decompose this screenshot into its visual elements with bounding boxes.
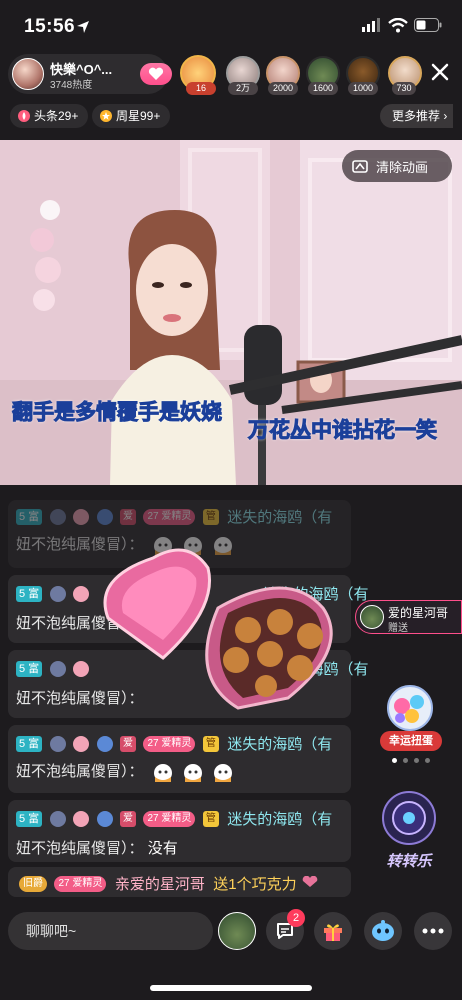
headline-chip-label: 头条29+ [34,109,79,123]
capsule-machine-icon [387,685,433,731]
clear-animation-icon [352,160,368,173]
host-heat: 3748热度 [50,80,93,91]
chevron-right-icon: › [443,109,448,123]
rank-badge-3: 2000 [268,82,298,95]
admin-tag: 管 [202,508,219,525]
pet-icon [73,810,90,827]
location-arrow-icon [77,21,89,33]
host-card[interactable]: 快樂^O^... 3748热度 [8,54,172,94]
emoji-icon [182,761,204,783]
gift-box-icon [324,924,342,941]
rank-badge-5: 1000 [348,82,378,95]
weekly-star-chip[interactable]: 周星99+ [92,104,171,128]
shield-icon [49,660,66,677]
love-tag: 爱 [120,735,136,752]
chat-username[interactable]: 迷失的海鸥（有 [227,811,332,828]
host-avatar[interactable] [12,58,44,90]
heart-icon [148,67,164,80]
follow-button[interactable] [140,63,172,85]
level-badge: 5 富 [16,735,43,752]
chat-message: 5 富 爱 27 爱精灵 管 迷失的海鸥（有 妞不泡纯属傻冒）： 没有 [8,800,351,862]
gift-action: 送1个巧克力 [213,876,297,893]
home-indicator [150,985,312,991]
wifi-icon [388,18,408,33]
carousel-dots [392,758,430,763]
level-badge: 5 富 [16,508,43,525]
rank-badge-6: 730 [392,82,416,95]
chat-username[interactable]: 迷失的海鸥（有 [227,509,332,526]
message-count-badge: 2 [287,909,305,927]
emoji-icon [152,761,174,783]
chat-text: 妞不泡纯属傻冒）： [16,763,144,780]
noble-badge: 旧爵 [19,875,47,892]
gift-message: 旧爵 27 爱精灵 亲爱的星河哥 送1个巧克力 [8,867,351,897]
level-badge: 5 富 [16,585,43,602]
gift-notice-action: 赠送 [388,623,408,634]
user-avatar-button[interactable] [218,912,256,950]
shield-icon [49,735,66,752]
pet-icon [73,735,90,752]
spin-wheel-button[interactable] [378,790,440,850]
admin-tag: 管 [202,810,219,827]
lucky-egg-button[interactable] [384,684,436,736]
earth-icon [96,508,113,525]
lucky-egg-label: 幸运扭蛋 [380,731,442,751]
earth-icon [96,810,113,827]
level-badge: 5 富 [16,810,43,827]
headline-chip[interactable]: 头条29+ [10,104,89,128]
gift-notice[interactable]: 爱的星河哥 赠送 [355,600,462,634]
close-button[interactable] [430,62,450,87]
mascot-button[interactable] [364,912,402,950]
spin-wheel-icon [382,791,436,845]
admin-tag: 管 [202,735,219,752]
spin-wheel-label: 转转乐 [386,853,432,870]
earth-icon [96,735,113,752]
chocolate-icon [301,875,319,892]
star-icon [100,110,112,122]
weekly-star-chip-label: 周星99+ [116,109,161,123]
chat-input[interactable]: 聊聊吧~ [8,912,213,950]
more-dots-icon [422,928,444,934]
chat-message: 5 富 爱 27 爱精灵 管 迷失的海鸥（有 妞不泡纯属傻冒）： [8,725,351,793]
more-options-button[interactable] [414,912,452,950]
fan-tag: 27 爱精灵 [143,810,196,827]
rank-badge-1: 16 [186,82,216,95]
gift-username[interactable]: 亲爱的星河哥 [115,876,205,893]
shield-icon [49,810,66,827]
robot-mascot-icon [372,920,394,941]
chocolate-box-gift-icon [103,548,333,710]
flame-icon [18,110,30,122]
more-recommend-button[interactable]: 更多推荐 › [380,104,454,128]
lyric-left: 翻手是多情覆手是妖娆 [12,401,223,425]
rank-badge-4: 1600 [308,82,338,95]
shield-icon [49,508,66,525]
signal-icon [362,18,380,32]
pet-icon [73,585,90,602]
shield-icon [49,585,66,602]
more-recommend-label: 更多推荐 [392,109,441,123]
gift-button[interactable] [314,912,352,950]
clear-animation-label: 清除动画 [376,159,429,175]
chat-text: 妞不泡纯属傻冒）： [16,840,144,857]
pet-icon [73,660,90,677]
love-tag: 爱 [120,810,136,827]
rank-badge-2: 2万 [228,82,258,95]
fan-tag: 27 爱精灵 [143,508,196,525]
gifter-avatar [360,605,384,629]
clear-animation-button[interactable]: 清除动画 [342,150,452,182]
pet-icon [73,508,90,525]
close-icon [431,63,449,81]
chat-reply: 没有 [147,840,178,857]
level-badge: 5 富 [16,660,43,677]
fan-tag: 27 爱精灵 [143,735,196,752]
chat-username[interactable]: 迷失的海鸥（有 [227,736,332,753]
emoji-icon [212,761,234,783]
status-bar: 15:56 [0,0,462,50]
clock: 15:56 [24,16,76,37]
love-tag: 爱 [120,508,136,525]
battery-icon [414,18,442,32]
fan-tag: 27 爱精灵 [54,875,107,892]
lyric-right: 万花丛中谁拈花一笑 [248,419,438,443]
